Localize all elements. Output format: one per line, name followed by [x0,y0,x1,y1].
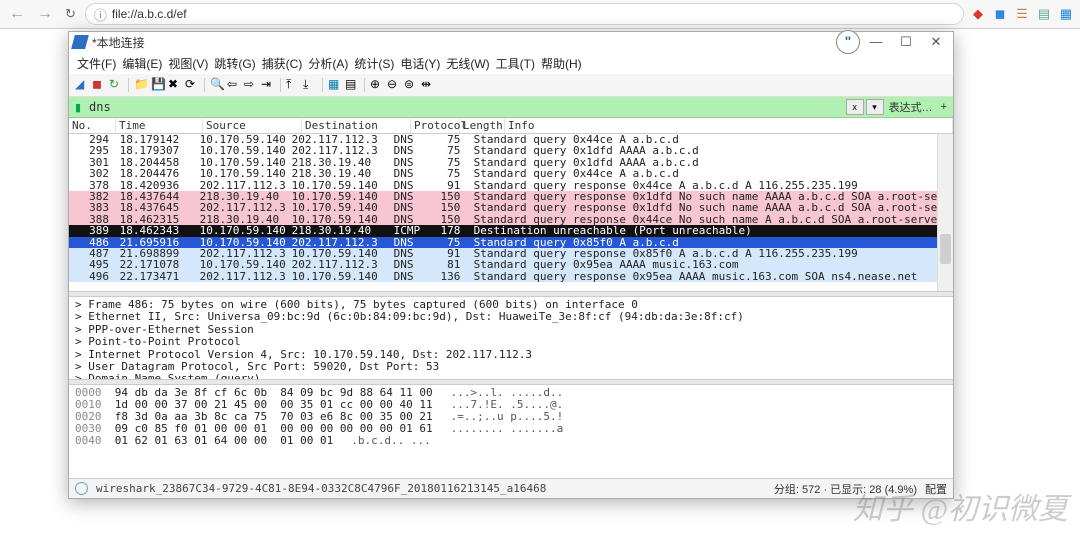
extension-icon[interactable]: ☰ [1014,6,1030,22]
resize-columns-icon[interactable]: ⇹ [421,78,435,92]
packet-row[interactable]: 389 18.462343 10.170.59.140 218.30.19.40… [69,225,953,236]
packet-list[interactable]: 294 18.179142 10.170.59.140 202.117.112.… [69,134,953,291]
back-icon[interactable]: ← [6,5,28,23]
first-packet-icon[interactable]: ⤒ [286,78,300,92]
profile-label[interactable]: 配置 [925,481,947,497]
shark-fin-icon[interactable]: ◢ [75,78,89,92]
display-filter-bar: ▮ x ▾ 表达式… + [69,97,953,118]
forward-icon[interactable]: → [34,5,56,23]
packet-row[interactable]: 383 18.437645 202.117.112.3 10.170.59.14… [69,202,953,213]
col-no[interactable]: No. [69,118,116,133]
menu-tools[interactable]: 工具(T) [494,55,537,72]
menu-wireless[interactable]: 无线(W) [444,55,491,72]
minimize-button[interactable]: — [869,34,883,50]
toolbar: ◢ ◼ ↻ 📁 💾 ✖ ⟳ 🔍 ⇦ ⇨ ⇥ ⤒ ⤓ ▦ ▤ ⊕ ⊖ ⊜ ⇹ [69,74,953,97]
packet-list-header: No. Time Source Destination Protocol Len… [69,118,953,134]
reload-icon[interactable]: ⟳ [185,78,199,92]
menu-capture[interactable]: 捕获(C) [260,55,305,72]
wireshark-window: *本地连接 — ☐ ✕ 文件(F) 编辑(E) 视图(V) 跳转(G) 捕获(C… [68,31,954,499]
scrollbar-vertical[interactable] [937,134,953,291]
apply-filter-button[interactable]: ▾ [866,99,884,115]
packet-row[interactable]: 295 18.179307 10.170.59.140 202.117.112.… [69,145,953,156]
packet-row[interactable]: 382 18.437644 218.30.19.40 10.170.59.140… [69,191,953,202]
last-packet-icon[interactable]: ⤓ [303,78,317,92]
zoom-in-icon[interactable]: ⊕ [370,78,384,92]
next-icon[interactable]: ⇨ [244,78,258,92]
colorize-icon[interactable]: ▤ [345,78,359,92]
title-bar: *本地连接 — ☐ ✕ [69,32,953,52]
expert-info-icon[interactable] [75,482,88,495]
help-bubble-icon[interactable]: " [836,30,860,54]
prev-icon[interactable]: ⇦ [227,78,241,92]
packet-row[interactable]: 388 18.462315 218.30.19.40 10.170.59.140… [69,214,953,225]
col-info[interactable]: Info [505,118,953,133]
packet-row[interactable]: 302 18.204476 10.170.59.140 218.30.19.40… [69,168,953,179]
col-length[interactable]: Length [460,118,505,133]
add-filter-button[interactable]: + [938,101,950,113]
extension-icon[interactable]: ◆ [970,6,986,22]
extension-icon[interactable]: ◼ [992,6,1008,22]
packet-row[interactable]: 378 18.420936 202.117.112.3 10.170.59.14… [69,180,953,191]
status-bar: wireshark_23867C34-9729-4C81-8E94-0332C8… [69,478,953,498]
packet-row[interactable]: 301 18.204458 10.170.59.140 218.30.19.40… [69,157,953,168]
url-text: file://a.b.c.d/ef [112,7,187,21]
stop-capture-icon[interactable]: ◼ [92,78,106,92]
packet-bytes[interactable]: 0000 94 db da 3e 8f cf 6c 0b 84 09 bc 9d… [69,385,953,459]
menu-help[interactable]: 帮助(H) [539,55,584,72]
find-icon[interactable]: 🔍 [210,78,224,92]
save-icon[interactable]: 💾 [151,78,165,92]
auto-scroll-icon[interactable]: ▦ [328,78,342,92]
maximize-button[interactable]: ☐ [899,34,913,50]
bookmark-filter-icon[interactable]: ▮ [69,101,87,114]
reload-icon[interactable]: ↻ [62,6,79,22]
expression-button[interactable]: 表达式… [886,99,936,115]
window-title: *本地连接 [92,34,869,51]
packet-details[interactable]: > Frame 486: 75 bytes on wire (600 bits)… [69,297,953,379]
menu-statistics[interactable]: 统计(S) [352,55,396,72]
col-time[interactable]: Time [116,118,203,133]
col-source[interactable]: Source [203,118,302,133]
extension-icon[interactable]: ▤ [1036,6,1052,22]
menu-go[interactable]: 跳转(G) [212,55,257,72]
capture-file-path: wireshark_23867C34-9729-4C81-8E94-0332C8… [96,482,766,495]
wireshark-icon [71,35,89,49]
empty-area [69,459,953,478]
extension-icon[interactable]: ▦ [1058,6,1074,22]
packet-row[interactable]: 486 21.695916 10.170.59.140 202.117.112.… [69,237,953,248]
close-button[interactable]: ✕ [929,34,943,50]
info-icon: ⓘ [94,5,107,24]
col-protocol[interactable]: Protocol [411,118,460,133]
jump-icon[interactable]: ⇥ [261,78,275,92]
clear-filter-button[interactable]: x [846,99,864,115]
address-bar[interactable]: ⓘ file://a.b.c.d/ef [85,3,964,25]
browser-toolbar: ← → ↻ ⓘ file://a.b.c.d/ef ◆ ◼ ☰ ▤ ▦ [0,0,1080,29]
zoom-reset-icon[interactable]: ⊜ [404,78,418,92]
packet-row[interactable]: 487 21.698899 202.117.112.3 10.170.59.14… [69,248,953,259]
zoom-out-icon[interactable]: ⊖ [387,78,401,92]
display-filter-input[interactable] [87,97,846,117]
open-icon[interactable]: 📁 [134,78,148,92]
menu-bar: 文件(F) 编辑(E) 视图(V) 跳转(G) 捕获(C) 分析(A) 统计(S… [69,52,953,74]
menu-file[interactable]: 文件(F) [75,55,118,72]
close-file-icon[interactable]: ✖ [168,78,182,92]
packet-row[interactable]: 495 22.171078 10.170.59.140 202.117.112.… [69,259,953,270]
menu-edit[interactable]: 编辑(E) [120,55,164,72]
packet-row[interactable]: 294 18.179142 10.170.59.140 202.117.112.… [69,134,953,145]
packet-row[interactable]: 496 22.173471 202.117.112.3 10.170.59.14… [69,271,953,282]
menu-view[interactable]: 视图(V) [166,55,210,72]
packet-count: 分组: 572 · 已显示: 28 (4.9%) [774,481,917,497]
col-destination[interactable]: Destination [302,118,411,133]
menu-analyze[interactable]: 分析(A) [306,55,350,72]
restart-capture-icon[interactable]: ↻ [109,78,123,92]
menu-telephony[interactable]: 电话(Y) [398,55,442,72]
